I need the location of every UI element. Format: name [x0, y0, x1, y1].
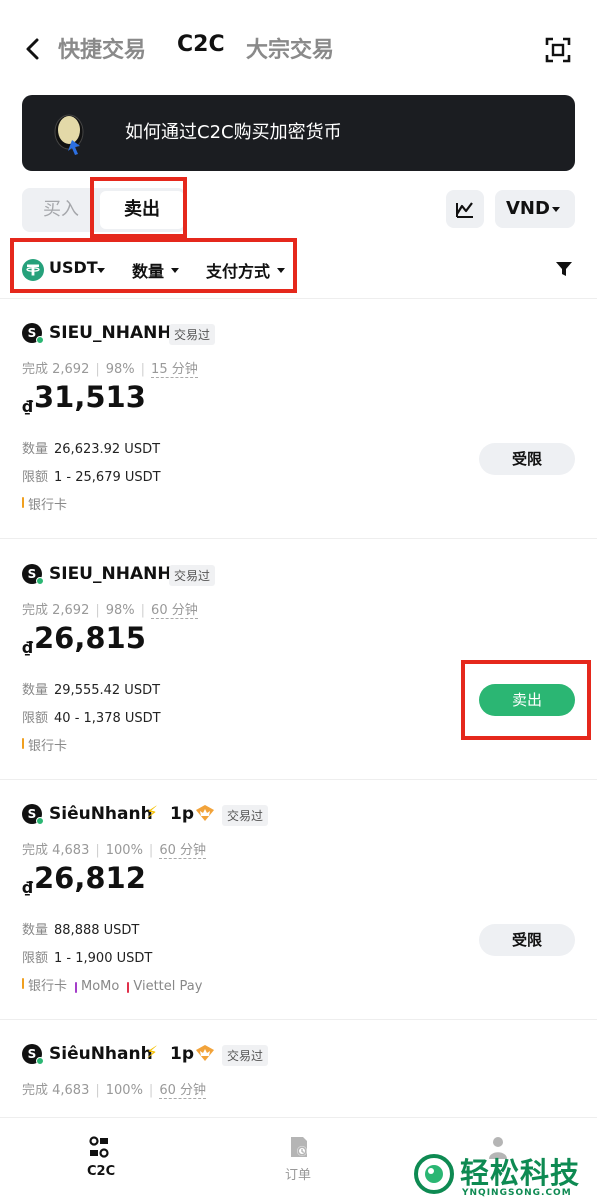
tab-c2c[interactable]: C2C [177, 32, 225, 57]
completed-count: 完成 2,692 [22, 362, 90, 377]
funnel-filter-icon[interactable] [555, 260, 573, 278]
merchant-name[interactable]: SiêuNhanh [49, 804, 153, 824]
completed-count: 完成 4,683 [22, 843, 90, 858]
orders-nav-icon[interactable] [287, 1135, 311, 1159]
highlight-box-sell-tab [90, 177, 187, 238]
traded-badge: 交易过 [169, 565, 216, 586]
quantity-row: 数量 26,623.92 USDT [22, 442, 161, 457]
avatar: S [22, 323, 44, 344]
watermark-logo-icon [414, 1154, 454, 1194]
payment-methods: 银行卡 [22, 735, 75, 754]
avatar: S [22, 1044, 44, 1065]
quantity-value: 88,888 USDT [54, 923, 140, 938]
payment-methods: 银行卡 MoMo Viettel Pay [22, 975, 210, 994]
payment-method: Viettel Pay [127, 979, 202, 994]
highlight-box-sell-button [461, 660, 591, 740]
payment-method: 银行卡 [22, 735, 67, 754]
limit-value: 40 - 1,378 USDT [54, 711, 161, 726]
merchant-name[interactable]: SiêuNhanh [49, 1044, 153, 1064]
avatar: S [22, 804, 44, 825]
currency-symbol: ₫ [22, 878, 34, 897]
c2c-nav-icon[interactable] [87, 1135, 111, 1159]
completed-count: 完成 2,692 [22, 603, 90, 618]
scan-icon[interactable] [544, 36, 572, 64]
completion-rate: 98% [105, 603, 135, 618]
completion-rate: 98% [105, 362, 135, 377]
banner-text: 如何通过C2C购买加密货币 [125, 122, 342, 143]
tab-quick-trade[interactable]: 快捷交易 [58, 32, 146, 64]
merchant-stats: 完成 2,692 | 98% | 60 分钟 [22, 603, 198, 619]
highlight-box-filters [10, 238, 297, 293]
price: 31,513 [34, 380, 146, 414]
avatar: S [22, 564, 44, 585]
price: 26,812 [34, 861, 146, 895]
ad-card[interactable]: S SiêuNhanh ⚡ 1p 交易过 完成 4,683 | 100% | 60 分钟… [0, 779, 597, 1019]
completed-count: 完成 4,683 [22, 1083, 90, 1098]
caret-down-icon [552, 207, 560, 212]
merchant-stats: 完成 4,683 | 100% | 60 分钟 [22, 843, 206, 859]
online-dot [36, 577, 44, 585]
traded-badge: 交易过 [222, 805, 269, 826]
tab-block-trade[interactable]: 大宗交易 [246, 32, 334, 64]
payment-method: 银行卡 [22, 494, 67, 513]
limit-row: 限额 40 - 1,378 USDT [22, 711, 161, 726]
traded-badge: 交易过 [169, 324, 216, 345]
limit-value: 1 - 25,679 USDT [54, 470, 161, 485]
payment-time: 60 分钟 [159, 843, 206, 859]
lightning-icon: ⚡ [146, 1043, 158, 1063]
limited-button[interactable]: 受限 [479, 443, 575, 475]
payment-method: MoMo [75, 979, 119, 994]
limit-row: 限额 1 - 1,900 USDT [22, 951, 153, 966]
buy-tab[interactable]: 买入 [22, 188, 100, 232]
limit-value: 1 - 1,900 USDT [54, 951, 153, 966]
payment-time: 60 分钟 [151, 603, 198, 619]
nav-orders-label[interactable]: 订单 [285, 1164, 311, 1183]
merchant-name[interactable]: SIEU_NHANH [49, 323, 172, 343]
currency-symbol: ₫ [22, 638, 34, 657]
merchant-level: 1p [170, 804, 194, 824]
limit-row: 限额 1 - 25,679 USDT [22, 470, 161, 485]
online-dot [36, 817, 44, 825]
watermark-url: YNQINGSONG.COM [462, 1188, 572, 1198]
payment-method: 银行卡 [22, 975, 67, 994]
online-dot [36, 336, 44, 344]
currency-symbol: ₫ [22, 397, 34, 416]
chart-button[interactable] [446, 190, 484, 228]
price: 26,815 [34, 621, 146, 655]
currency-label: VND [506, 198, 550, 219]
ad-card[interactable]: S SIEU_NHANH 交易过 完成 2,692 | 98% | 60 分钟 ₫ 26… [0, 539, 597, 779]
chart-icon [456, 202, 473, 218]
limited-button[interactable]: 受限 [479, 924, 575, 956]
ad-card[interactable]: S SIEU_NHANH 交易过 完成 2,692 | 98% | 15 分钟 ₫ 31… [0, 298, 597, 538]
quantity-row: 数量 88,888 USDT [22, 923, 140, 938]
crown-badge-icon [196, 805, 214, 821]
coin-guide-icon [54, 114, 84, 155]
merchant-name[interactable]: SIEU_NHANH [49, 564, 172, 584]
merchant-stats: 完成 4,683 | 100% | 60 分钟 [22, 1083, 206, 1099]
quantity-row: 数量 29,555.42 USDT [22, 683, 161, 698]
lightning-icon: ⚡ [146, 803, 158, 823]
online-dot [36, 1057, 44, 1065]
merchant-level: 1p [170, 1044, 194, 1064]
payment-time: 15 分钟 [151, 362, 198, 378]
back-arrow-icon[interactable] [22, 35, 46, 63]
payment-methods: 银行卡 [22, 494, 75, 513]
crown-badge-icon [196, 1045, 214, 1061]
watermark: 轻松科技 YNQINGSONG.COM [410, 1150, 597, 1200]
quantity-value: 29,555.42 USDT [54, 683, 161, 698]
nav-c2c-label[interactable]: C2C [87, 1164, 115, 1179]
completion-rate: 100% [105, 843, 143, 858]
ad-card[interactable]: S SiêuNhanh ⚡ 1p 交易过 完成 4,683 | 100% | 60 分钟 [0, 1019, 597, 1117]
quantity-value: 26,623.92 USDT [54, 442, 161, 457]
watermark-text: 轻松科技 [460, 1156, 581, 1190]
merchant-stats: 完成 2,692 | 98% | 15 分钟 [22, 362, 198, 378]
traded-badge: 交易过 [222, 1045, 269, 1066]
currency-selector[interactable]: VND [495, 190, 575, 228]
completion-rate: 100% [105, 1083, 143, 1098]
top-header: 快捷交易 C2C 大宗交易 [0, 22, 597, 76]
tutorial-banner[interactable]: 如何通过C2C购买加密货币 [22, 95, 575, 171]
payment-time: 60 分钟 [159, 1083, 206, 1099]
